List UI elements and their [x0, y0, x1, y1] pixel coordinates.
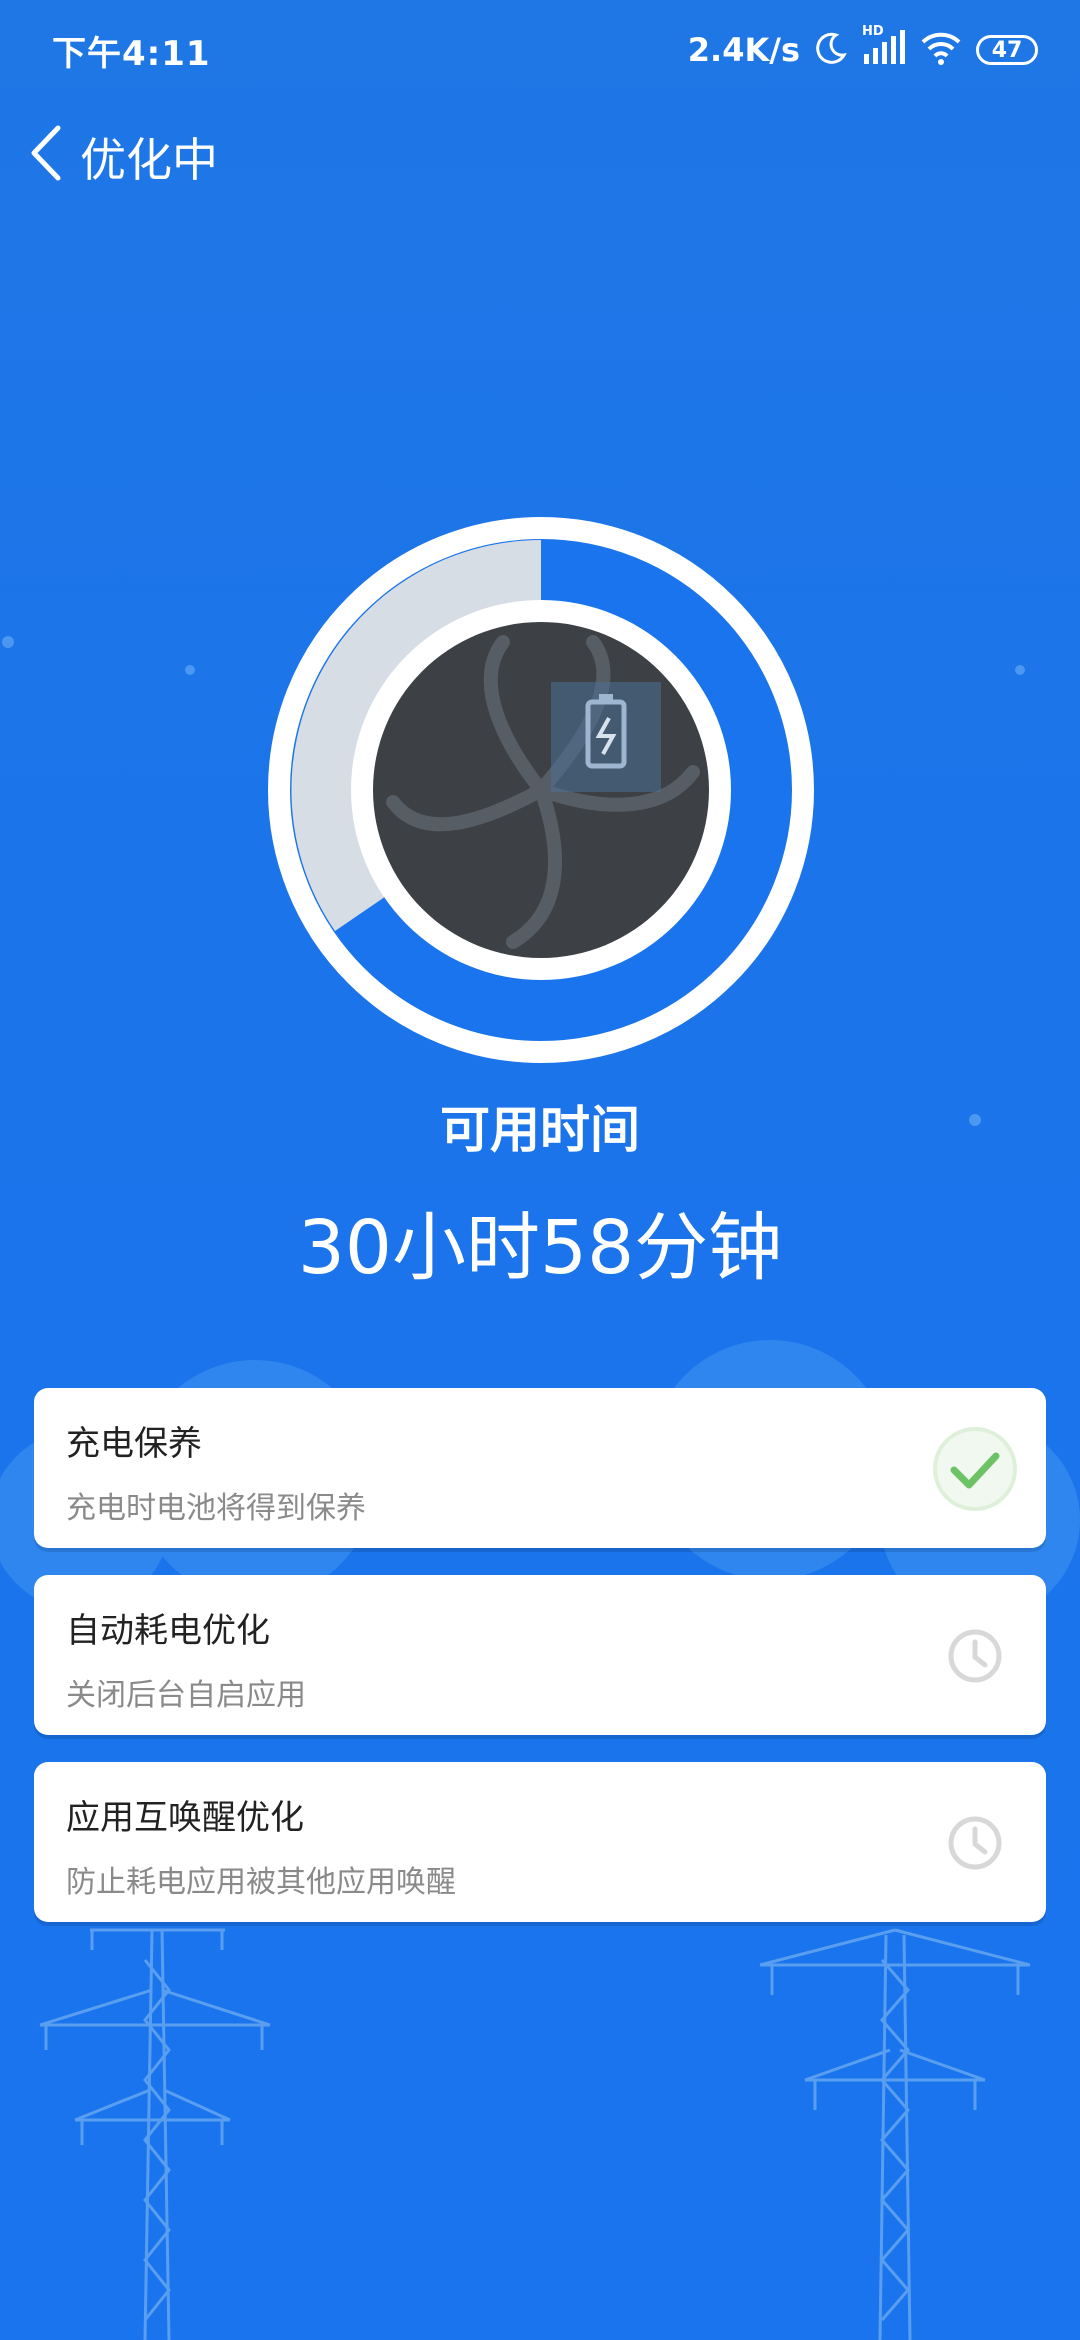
app-wakeup-optimization-card[interactable]: 应用互唤醒优化 防止耗电应用被其他应用唤醒: [34, 1762, 1046, 1922]
chevron-left-icon: [31, 125, 61, 181]
card-title: 自动耗电优化: [66, 1611, 270, 1651]
network-speed: 2.4K/s: [687, 31, 800, 69]
available-time-value: 30小时58分钟: [297, 1205, 783, 1291]
card-subtitle: 充电时电池将得到保养: [66, 1491, 366, 1526]
battery-indicator: 47: [976, 35, 1038, 65]
card-subtitle: 关闭后台自启应用: [66, 1678, 306, 1713]
charge-maintenance-card[interactable]: 充电保养 充电时电池将得到保养: [34, 1388, 1046, 1548]
card-subtitle: 防止耗电应用被其他应用唤醒: [66, 1865, 456, 1900]
do-not-disturb-moon-icon: [814, 31, 848, 69]
auto-power-optimization-card[interactable]: 自动耗电优化 关闭后台自启应用: [34, 1575, 1046, 1735]
background-decoration: [0, 636, 1080, 2340]
status-bar: 下午4:11 2.4K/s HD 47: [0, 0, 1080, 100]
clock-icon: [930, 1611, 1020, 1701]
back-button[interactable]: [22, 118, 72, 188]
clock-icon: [930, 1798, 1020, 1888]
available-time-label: 可用时间: [440, 1101, 640, 1159]
hd-label: HD: [862, 24, 884, 39]
card-title: 应用互唤醒优化: [66, 1798, 304, 1838]
battery-optimization-gauge: [263, 512, 819, 1068]
check-icon: [930, 1424, 1020, 1514]
card-title: 充电保养: [66, 1424, 202, 1464]
status-icons: 2.4K/s HD 47: [688, 24, 1038, 76]
wifi-icon: [920, 30, 962, 70]
page-title: 优化中: [80, 133, 218, 187]
battery-charging-icon: [551, 682, 661, 792]
signal-icon: HD: [862, 24, 906, 70]
status-time: 下午4:11: [52, 34, 211, 74]
